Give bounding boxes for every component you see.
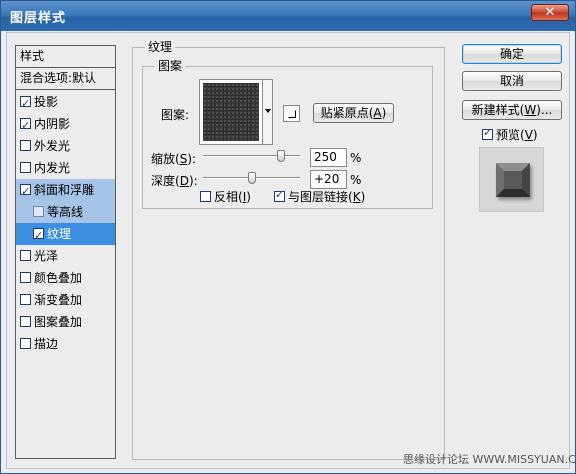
list-item-texture[interactable]: 纹理 — [16, 223, 115, 247]
snap-suffix: ) — [381, 106, 387, 120]
list-item-gradient-overlay[interactable]: 渐变叠加 — [16, 289, 115, 311]
invert-checkbox[interactable] — [200, 191, 211, 202]
link-mnemonic: K — [352, 190, 361, 204]
list-item-drop-shadow[interactable]: 投影 — [16, 91, 115, 115]
list-item-contour[interactable]: 等高线 — [16, 201, 115, 223]
ok-button[interactable]: 确定 — [462, 44, 562, 64]
snap-label: 贴紧原点( — [320, 106, 374, 120]
list-item-label: 外发光 — [34, 139, 71, 153]
list-item-label: 颜色叠加 — [34, 271, 83, 285]
preview-option[interactable]: 预览(V) — [482, 126, 538, 143]
depth-label: 深度(D): — [151, 172, 198, 189]
blending-options-item[interactable]: 混合选项:默认 — [16, 68, 115, 90]
depth-label-suffix: ): — [188, 174, 198, 188]
preview-mnemonic: V — [524, 128, 533, 142]
contour-checkbox[interactable] — [33, 206, 44, 217]
preview-checkbox[interactable] — [482, 126, 493, 140]
scale-label-text: 缩放( — [151, 152, 180, 166]
scale-input[interactable]: 250 — [310, 148, 347, 167]
list-item-pattern-overlay[interactable]: 图案叠加 — [16, 311, 115, 333]
scale-slider-track[interactable] — [203, 155, 300, 157]
invert-option[interactable]: 反相(I) — [200, 188, 251, 205]
close-button[interactable]: ✕ — [531, 4, 569, 21]
list-item-label: 渐变叠加 — [34, 293, 83, 307]
list-item-label: 投影 — [34, 95, 59, 109]
list-item-label: 斜面和浮雕 — [34, 183, 95, 197]
pattern-dropdown-arrow[interactable] — [262, 79, 273, 145]
new-style-mnemonic: W — [524, 103, 537, 117]
inner-glow-checkbox[interactable] — [20, 162, 31, 173]
scale-label-suffix: ): — [187, 152, 197, 166]
list-item-label: 图案叠加 — [34, 315, 83, 329]
list-item-label: 等高线 — [47, 205, 84, 219]
snap-mnemonic: A — [373, 106, 382, 120]
list-item-label: 描边 — [34, 337, 59, 351]
link-with-layer-option[interactable]: 与图层链接(K) — [274, 188, 365, 205]
texture-group-title: 纹理 — [145, 40, 176, 54]
pattern-texture — [203, 83, 259, 141]
cancel-button[interactable]: 取消 — [462, 71, 562, 91]
inner-shadow-checkbox[interactable] — [20, 115, 31, 137]
pattern-label: 图案: — [161, 108, 190, 122]
list-item-label: 内发光 — [34, 161, 71, 175]
list-item-inner-shadow[interactable]: 内阴影 — [16, 113, 115, 137]
watermark: 思缘设计论坛 WWW.MISSYUAN.COM — [403, 453, 576, 466]
scale-unit: % — [350, 151, 362, 165]
list-item-color-overlay[interactable]: 颜色叠加 — [16, 267, 115, 289]
preview-label: 预览( — [496, 128, 525, 142]
title-bar[interactable]: 图层样式 ✕ — [1, 1, 575, 31]
pattern-subgroup-title: 图案 — [155, 59, 186, 73]
list-item-stroke[interactable]: 描边 — [16, 333, 115, 355]
preview-suffix: ) — [532, 128, 538, 142]
new-style-button[interactable]: 新建样式(W)... — [462, 100, 562, 120]
depth-unit: % — [350, 173, 362, 187]
depth-input[interactable]: +20 — [310, 170, 347, 189]
stroke-checkbox[interactable] — [20, 338, 31, 349]
new-style-label: 新建样式( — [471, 103, 525, 117]
depth-mnemonic: D — [179, 174, 189, 188]
list-item-outer-glow[interactable]: 外发光 — [16, 135, 115, 157]
list-item-label: 内阴影 — [34, 117, 71, 131]
list-item-inner-glow[interactable]: 内发光 — [16, 157, 115, 179]
list-item-satin[interactable]: 光泽 — [16, 245, 115, 267]
new-pattern-preset-icon[interactable] — [283, 105, 300, 122]
texture-checkbox[interactable] — [33, 225, 44, 247]
styles-header[interactable]: 样式 — [16, 46, 115, 68]
link-label: 与图层链接( — [288, 190, 353, 204]
drop-shadow-checkbox[interactable] — [20, 93, 31, 115]
scale-label: 缩放(S): — [151, 150, 196, 167]
depth-slider-thumb[interactable] — [248, 172, 257, 184]
style-list: 样式 混合选项:默认 投影 内阴影 外发光 内发光 斜面和浮雕 等高线 纹理 光… — [15, 45, 116, 459]
list-item-bevel-emboss[interactable]: 斜面和浮雕 — [16, 179, 115, 203]
bevel-emboss-checkbox[interactable] — [20, 181, 31, 203]
window-title: 图层样式 — [10, 11, 67, 26]
pattern-picker[interactable] — [199, 79, 263, 145]
satin-checkbox[interactable] — [20, 250, 31, 261]
gradient-overlay-checkbox[interactable] — [20, 294, 31, 305]
snap-to-origin-button[interactable]: 贴紧原点(A) — [313, 103, 394, 123]
outer-glow-checkbox[interactable] — [20, 140, 31, 151]
style-preview — [479, 147, 544, 212]
list-item-label: 光泽 — [34, 249, 59, 263]
new-style-suffix: )... — [536, 103, 553, 117]
preview-swatch — [496, 163, 530, 197]
invert-label: 反相( — [214, 190, 243, 204]
invert-suffix: ) — [246, 190, 251, 204]
link-with-layer-checkbox[interactable] — [274, 188, 285, 202]
depth-label-text: 深度( — [151, 174, 180, 188]
link-suffix: ) — [360, 190, 366, 204]
pattern-overlay-checkbox[interactable] — [20, 316, 31, 327]
color-overlay-checkbox[interactable] — [20, 272, 31, 283]
list-item-label: 纹理 — [47, 227, 72, 241]
scale-slider-thumb[interactable] — [276, 150, 285, 162]
